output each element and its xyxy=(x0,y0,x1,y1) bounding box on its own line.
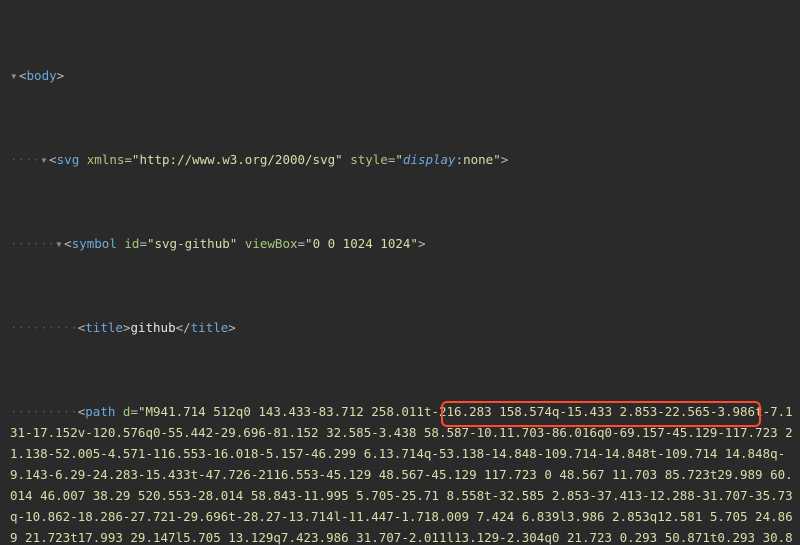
code-line: ····▾<svg xmlns="http://www.w3.org/2000/… xyxy=(10,149,800,170)
code-line: ·········<title>github</title> xyxy=(10,317,800,338)
code-editor[interactable]: ▾<body> ····▾<svg xmlns="http://www.w3.o… xyxy=(0,0,800,545)
code-line: ·········<path d="M941.714 512q0 143.433… xyxy=(10,401,800,545)
code-line: ▾<body> xyxy=(10,65,800,86)
code-line: ······▾<symbol id="svg-github" viewBox="… xyxy=(10,233,800,254)
